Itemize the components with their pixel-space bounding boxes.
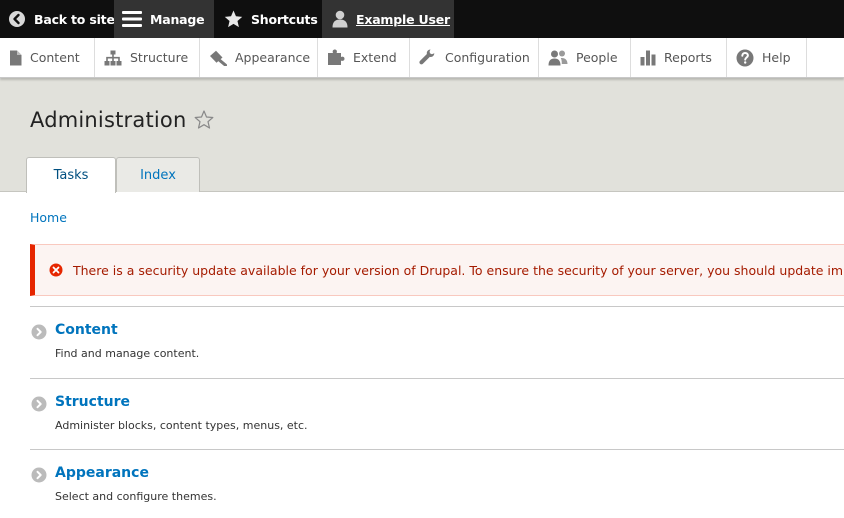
security-update-alert: There is a security update available for… (30, 244, 844, 296)
tray-item-configuration[interactable]: Configuration (410, 38, 539, 77)
page-header: Administration Tasks Index (0, 78, 844, 193)
bar-chart-icon (640, 50, 656, 65)
sitemap-icon (104, 50, 122, 65)
list-item-description: Administer blocks, content types, menus,… (55, 418, 308, 432)
user-label: Example User (356, 11, 450, 27)
manage-tab[interactable]: Manage (114, 0, 214, 38)
tray-item-content[interactable]: Content (0, 38, 95, 77)
admin-toolbar: Back to site Manage Shortcuts Example Us… (0, 0, 844, 38)
alert-message: There is a security update available for… (73, 262, 844, 278)
admin-list: Content Find and manage content. Structu… (30, 306, 844, 518)
tab-index[interactable]: Index (116, 157, 200, 192)
chevron-right-icon (31, 396, 47, 411)
puzzle-icon (328, 49, 345, 65)
list-item-description: Select and configure themes. (55, 490, 217, 503)
tray-item-label: Help (762, 50, 791, 65)
tray-item-label: People (576, 50, 618, 65)
page-title: Administration (30, 108, 187, 132)
list-item-title-link[interactable]: Structure (55, 394, 130, 410)
tray-item-help[interactable]: Help (727, 38, 807, 77)
tray-item-label: Reports (664, 50, 712, 65)
tray-item-label: Structure (130, 50, 189, 65)
wrench-icon (419, 49, 435, 65)
chevron-right-icon (31, 467, 47, 483)
admin-menu-tray: Content Structure Appearance Extend Conf… (0, 38, 844, 78)
list-item-title-link[interactable]: Content (55, 322, 118, 338)
back-circle-icon (9, 11, 25, 27)
breadcrumb: Home (30, 210, 67, 225)
tray-item-reports[interactable]: Reports (631, 38, 727, 77)
tray-item-label: Appearance (235, 50, 311, 65)
user-icon (332, 10, 348, 28)
tray-item-people[interactable]: People (539, 38, 631, 77)
tray-item-extend[interactable]: Extend (318, 38, 410, 77)
people-icon (548, 50, 568, 65)
tray-item-structure[interactable]: Structure (95, 38, 200, 77)
primary-tabs: Tasks Index (26, 157, 200, 193)
back-to-site-label: Back to site (34, 11, 115, 27)
list-item: Content Find and manage content. (30, 306, 844, 378)
tab-tasks[interactable]: Tasks (26, 157, 116, 193)
document-icon (10, 50, 22, 65)
user-tab[interactable]: Example User (322, 0, 454, 38)
manage-label: Manage (150, 11, 205, 27)
list-item-description: Find and manage content. (55, 347, 200, 360)
list-item: Structure Administer blocks, content typ… (30, 377, 844, 450)
list-item: Appearance Select and configure themes. (30, 449, 844, 518)
tray-item-label: Content (30, 50, 80, 65)
shortcuts-tab[interactable]: Shortcuts (214, 0, 322, 38)
back-to-site-link[interactable]: Back to site (0, 0, 115, 38)
paint-icon (210, 50, 227, 66)
error-icon (49, 263, 63, 277)
shortcuts-label: Shortcuts (251, 11, 318, 27)
breadcrumb-home-link[interactable]: Home (30, 210, 67, 225)
hamburger-menu-icon (122, 11, 142, 27)
help-icon (736, 49, 754, 66)
chevron-right-icon (31, 324, 47, 340)
list-item-title-link[interactable]: Appearance (55, 465, 149, 481)
star-icon (224, 10, 243, 28)
tray-item-label: Extend (353, 50, 397, 65)
tray-item-appearance[interactable]: Appearance (200, 38, 318, 77)
add-shortcut-star-icon[interactable] (194, 110, 214, 129)
tray-item-label: Configuration (445, 50, 530, 65)
